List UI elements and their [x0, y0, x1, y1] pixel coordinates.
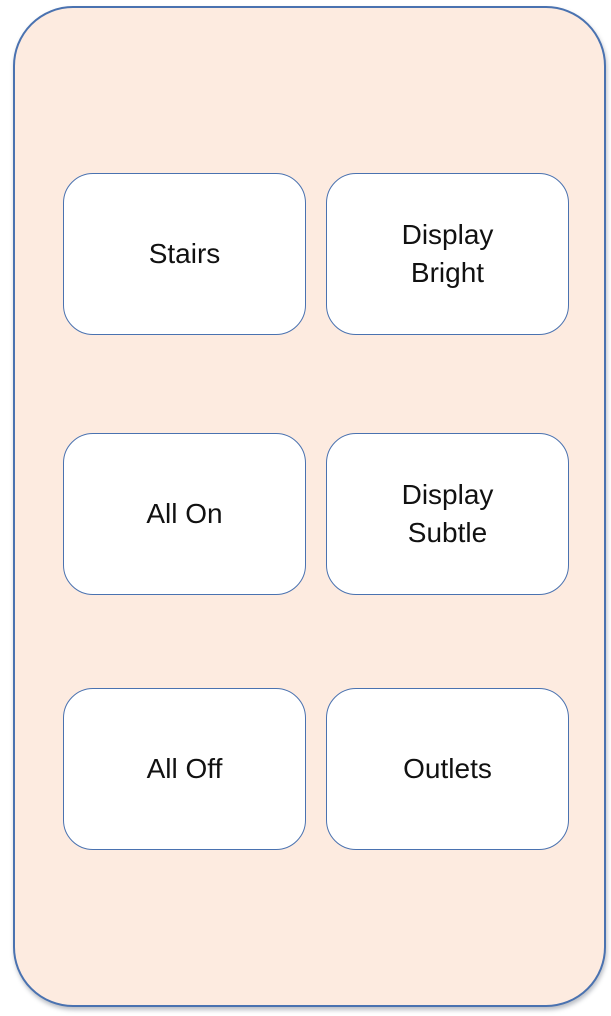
stairs-button-label: Stairs: [148, 238, 221, 269]
stairs-button[interactable]: Stairs: [63, 173, 306, 335]
all-on-button[interactable]: All On: [63, 433, 306, 595]
display-bright-button-label: Display Bright: [401, 219, 494, 288]
all-on-button-label: All On: [146, 498, 223, 529]
remote-panel: Stairs Display Bright All On Display Sub…: [13, 6, 606, 1007]
display-subtle-button[interactable]: Display Subtle: [326, 433, 569, 595]
display-bright-button[interactable]: Display Bright: [326, 173, 569, 335]
outlets-button[interactable]: Outlets: [326, 688, 569, 850]
all-off-button-label: All Off: [146, 753, 223, 784]
display-subtle-button-label: Display Subtle: [401, 479, 494, 548]
all-off-button[interactable]: All Off: [63, 688, 306, 850]
outlets-button-label: Outlets: [403, 753, 492, 784]
